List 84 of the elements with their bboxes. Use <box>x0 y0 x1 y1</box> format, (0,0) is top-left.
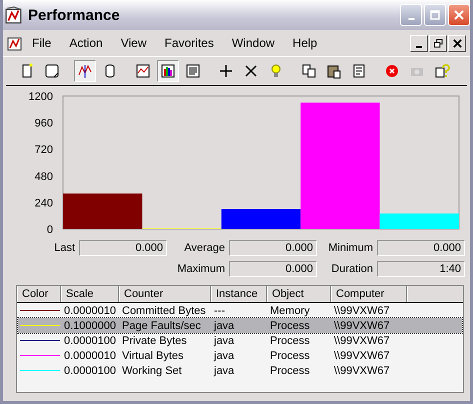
table-cell-text: Memory <box>269 304 311 316</box>
cross-icon <box>243 63 259 79</box>
stat-value: 1:40 <box>377 261 465 277</box>
column-header[interactable]: Object <box>267 286 331 302</box>
axis-tick-label: 240 <box>34 197 53 210</box>
table-cell-text: \\99VXW67 <box>333 350 391 362</box>
table-cell-text: Process <box>269 334 311 346</box>
stat-value: 0.000 <box>229 261 317 277</box>
table-cell-text: 0.0000100 <box>63 334 117 346</box>
table-cell-text: 0.0000010 <box>63 304 117 316</box>
table-cell-text: java <box>212 320 236 332</box>
axis-tick-label: 480 <box>34 170 53 183</box>
menu-item[interactable]: Favorites <box>156 36 223 50</box>
counter-row[interactable]: 0.0000100 Working Set java Process \\99VXW67 <box>18 363 462 378</box>
column-header[interactable]: Scale <box>61 286 119 302</box>
axis-tick-label: 0 <box>46 224 53 236</box>
close-button[interactable] <box>448 34 466 52</box>
graph-icon <box>135 63 151 79</box>
plus-icon <box>218 63 234 79</box>
stop-icon <box>384 63 400 79</box>
minimize-icon <box>416 46 422 48</box>
menu-item[interactable]: Window <box>222 36 284 50</box>
menu-item[interactable]: File <box>23 36 60 50</box>
menu-item[interactable]: Help <box>284 36 326 50</box>
stat-label: Average <box>183 242 225 254</box>
properties-icon <box>351 63 367 79</box>
help-icon <box>434 63 450 79</box>
table-cell-text: java <box>212 364 236 376</box>
table-cell-text: Committed Bytes <box>121 304 207 316</box>
axis-tick-label: 960 <box>34 118 53 130</box>
blank-page-icon <box>44 63 60 79</box>
table-cell-text: 0.1000000 <box>63 320 117 332</box>
close-icon <box>452 38 462 48</box>
table-cell-text: 0.0000100 <box>63 364 117 376</box>
counter-row[interactable]: 0.0000010 Committed Bytes --- Memory \\99VXW67 <box>18 303 462 318</box>
table-cell-text: \\99VXW67 <box>333 334 391 346</box>
stat-value: 0.000 <box>79 240 167 256</box>
table-cell-text: java <box>212 350 236 362</box>
stat-label: Duration <box>330 263 373 275</box>
column-header[interactable]: Color <box>17 286 61 302</box>
counter-row[interactable]: 0.0000010 Virtual Bytes java Process \\99VXW67 <box>18 348 462 363</box>
minimize-icon <box>408 18 414 20</box>
table-cell-text: \\99VXW67 <box>333 304 391 316</box>
copy-icon <box>301 63 317 79</box>
table-cell-text: Private Bytes <box>121 334 188 346</box>
restore-button[interactable] <box>429 34 447 52</box>
minimize-button[interactable] <box>410 34 428 52</box>
stat-label: Maximum <box>176 263 225 275</box>
current-tool-button[interactable] <box>74 60 96 82</box>
stat-value: 0.000 <box>377 240 465 256</box>
table-cell-text: Process <box>269 350 311 362</box>
app-icon <box>5 6 23 24</box>
menu-item[interactable]: View <box>112 36 156 50</box>
table-cell-text: Process <box>269 364 311 376</box>
stat-label: Minimum <box>327 242 373 254</box>
table-cell-text: \\99VXW67 <box>333 364 391 376</box>
maximize-icon <box>430 10 440 20</box>
table-cell-text: java <box>212 334 236 346</box>
counter-row[interactable]: 0.1000000 Page Faults/sec java Process \\99VXW67 <box>18 318 462 333</box>
table-cell-text: Process <box>269 320 311 332</box>
table-cell-text: 0.0000010 <box>63 350 117 362</box>
column-header[interactable]: Instance <box>211 286 267 302</box>
window-title: Performance <box>28 6 120 24</box>
close-icon <box>454 10 464 20</box>
axis-tick-label: 1200 <box>28 91 53 103</box>
stat-value: 0.000 <box>229 240 317 256</box>
axis-tick-label: 720 <box>34 144 53 156</box>
restore-icon <box>434 38 442 48</box>
table-cell-text: \\99VXW67 <box>333 320 391 332</box>
histogram-tool-button[interactable] <box>157 60 179 82</box>
table-cell-text: Virtual Bytes <box>121 350 185 362</box>
column-header[interactable]: Counter <box>119 286 211 302</box>
menu-item[interactable]: Action <box>60 36 112 50</box>
table-cell-text: Working Set <box>121 364 183 376</box>
report-icon <box>185 63 201 79</box>
counter-row[interactable]: 0.0000100 Private Bytes java Process \\99VXW67 <box>18 333 462 348</box>
app-icon <box>7 35 23 51</box>
line-graph-icon <box>77 63 93 79</box>
paste-icon <box>326 63 342 79</box>
bar-chart-icon <box>160 63 176 79</box>
column-header[interactable]: Computer <box>331 286 407 302</box>
table-cell-text: --- <box>213 304 226 316</box>
table-cell-text: Page Faults/sec <box>121 320 202 332</box>
stat-label: Last <box>53 242 75 254</box>
